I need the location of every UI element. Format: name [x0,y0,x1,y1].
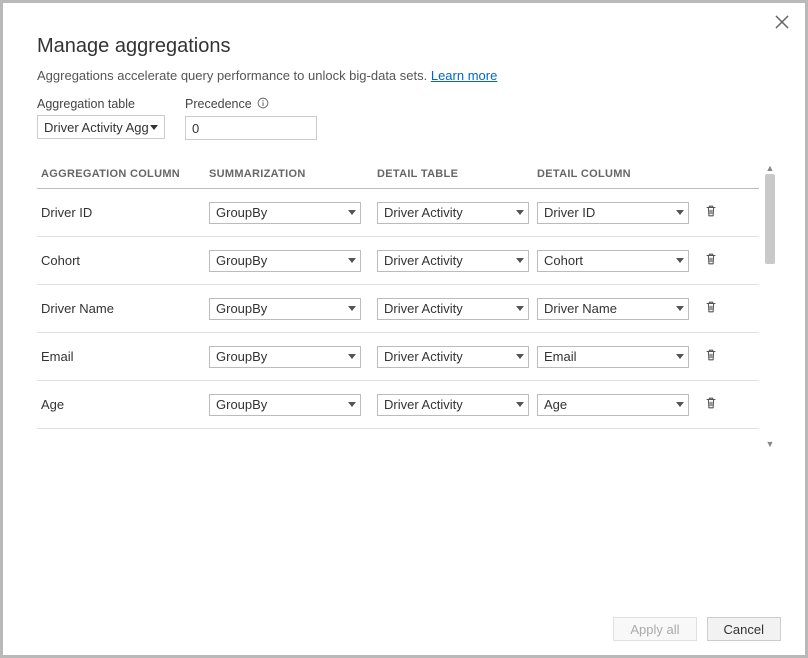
trash-icon [704,348,718,365]
table-row: CohortGroupByDriver ActivityCohort [37,237,759,285]
detail-table-select[interactable]: Driver Activity [377,202,529,224]
chevron-down-icon [348,354,356,359]
aggregation-column-value: Driver Name [41,301,209,316]
chevron-down-icon [516,402,524,407]
chevron-down-icon [348,210,356,215]
chevron-down-icon [676,210,684,215]
aggregation-column-value: Driver ID [41,205,209,220]
chevron-down-icon [516,306,524,311]
aggregation-table-label: Aggregation table [37,97,165,111]
summarization-select[interactable]: GroupBy [209,298,361,320]
precedence-control: Precedence 0 [185,97,317,140]
detail-column-select[interactable]: Email [537,346,689,368]
header-detail-column: DETAIL COLUMN [537,168,697,180]
delete-row-button[interactable] [697,300,725,317]
header-detail-table: DETAIL TABLE [377,168,537,180]
close-icon[interactable] [773,13,791,31]
chevron-down-icon [676,402,684,407]
table-row: EmailGroupByDriver ActivityEmail [37,333,759,381]
detail-column-select[interactable]: Cohort [537,250,689,272]
table-row: AgeGroupByDriver ActivityAge [37,381,759,429]
dialog-title: Manage aggregations [37,35,777,58]
aggregation-column-value: Email [41,349,209,364]
detail-column-select[interactable]: Age [537,394,689,416]
aggregation-column-value: Cohort [41,253,209,268]
trash-icon [704,252,718,269]
chevron-down-icon [348,402,356,407]
chevron-down-icon [516,354,524,359]
scroll-track[interactable] [763,174,777,438]
precedence-value: 0 [192,121,199,136]
chevron-down-icon [676,354,684,359]
table-headers: AGGREGATION COLUMN SUMMARIZATION DETAIL … [37,162,759,189]
table-row: Driver NameGroupByDriver ActivityDriver … [37,285,759,333]
scroll-down-icon[interactable]: ▼ [763,438,777,450]
detail-table-select[interactable]: Driver Activity [377,250,529,272]
apply-all-button[interactable]: Apply all [613,617,696,641]
aggregation-table-select[interactable]: Driver Activity Agg [37,115,165,139]
header-aggregation-column: AGGREGATION COLUMN [41,168,209,180]
detail-column-select[interactable]: Driver Name [537,298,689,320]
precedence-label: Precedence [185,97,317,112]
aggregation-column-value: Age [41,397,209,412]
detail-table-select[interactable]: Driver Activity [377,394,529,416]
aggregation-table-value: Driver Activity Agg [44,120,149,135]
precedence-input[interactable]: 0 [185,116,317,140]
delete-row-button[interactable] [697,252,725,269]
chevron-down-icon [348,306,356,311]
trash-icon [704,300,718,317]
chevron-down-icon [516,258,524,263]
detail-table-select[interactable]: Driver Activity [377,298,529,320]
summarization-select[interactable]: GroupBy [209,250,361,272]
header-summarization: SUMMARIZATION [209,168,377,180]
detail-column-select[interactable]: Driver ID [537,202,689,224]
learn-more-link[interactable]: Learn more [431,68,497,83]
summarization-select[interactable]: GroupBy [209,394,361,416]
cancel-button[interactable]: Cancel [707,617,781,641]
table-row: Driver IDGroupByDriver ActivityDriver ID [37,189,759,237]
summarization-select[interactable]: GroupBy [209,346,361,368]
scroll-up-icon[interactable]: ▲ [763,162,777,174]
info-icon[interactable] [257,97,269,112]
aggregations-table: AGGREGATION COLUMN SUMMARIZATION DETAIL … [37,162,777,462]
trash-icon [704,204,718,221]
detail-table-select[interactable]: Driver Activity [377,346,529,368]
chevron-down-icon [676,258,684,263]
delete-row-button[interactable] [697,204,725,221]
dialog-footer: Apply all Cancel [613,617,781,641]
scrollbar[interactable]: ▲ ▼ [763,162,777,452]
intro-text: Aggregations accelerate query performanc… [37,68,431,83]
delete-row-button[interactable] [697,396,725,413]
manage-aggregations-dialog: Manage aggregations Aggregations acceler… [0,0,808,658]
intro-text-block: Aggregations accelerate query performanc… [37,68,777,83]
chevron-down-icon [676,306,684,311]
summarization-select[interactable]: GroupBy [209,202,361,224]
scroll-thumb[interactable] [765,174,775,264]
chevron-down-icon [150,125,158,130]
delete-row-button[interactable] [697,348,725,365]
aggregation-table-control: Aggregation table Driver Activity Agg [37,97,165,140]
trash-icon [704,396,718,413]
chevron-down-icon [348,258,356,263]
chevron-down-icon [516,210,524,215]
